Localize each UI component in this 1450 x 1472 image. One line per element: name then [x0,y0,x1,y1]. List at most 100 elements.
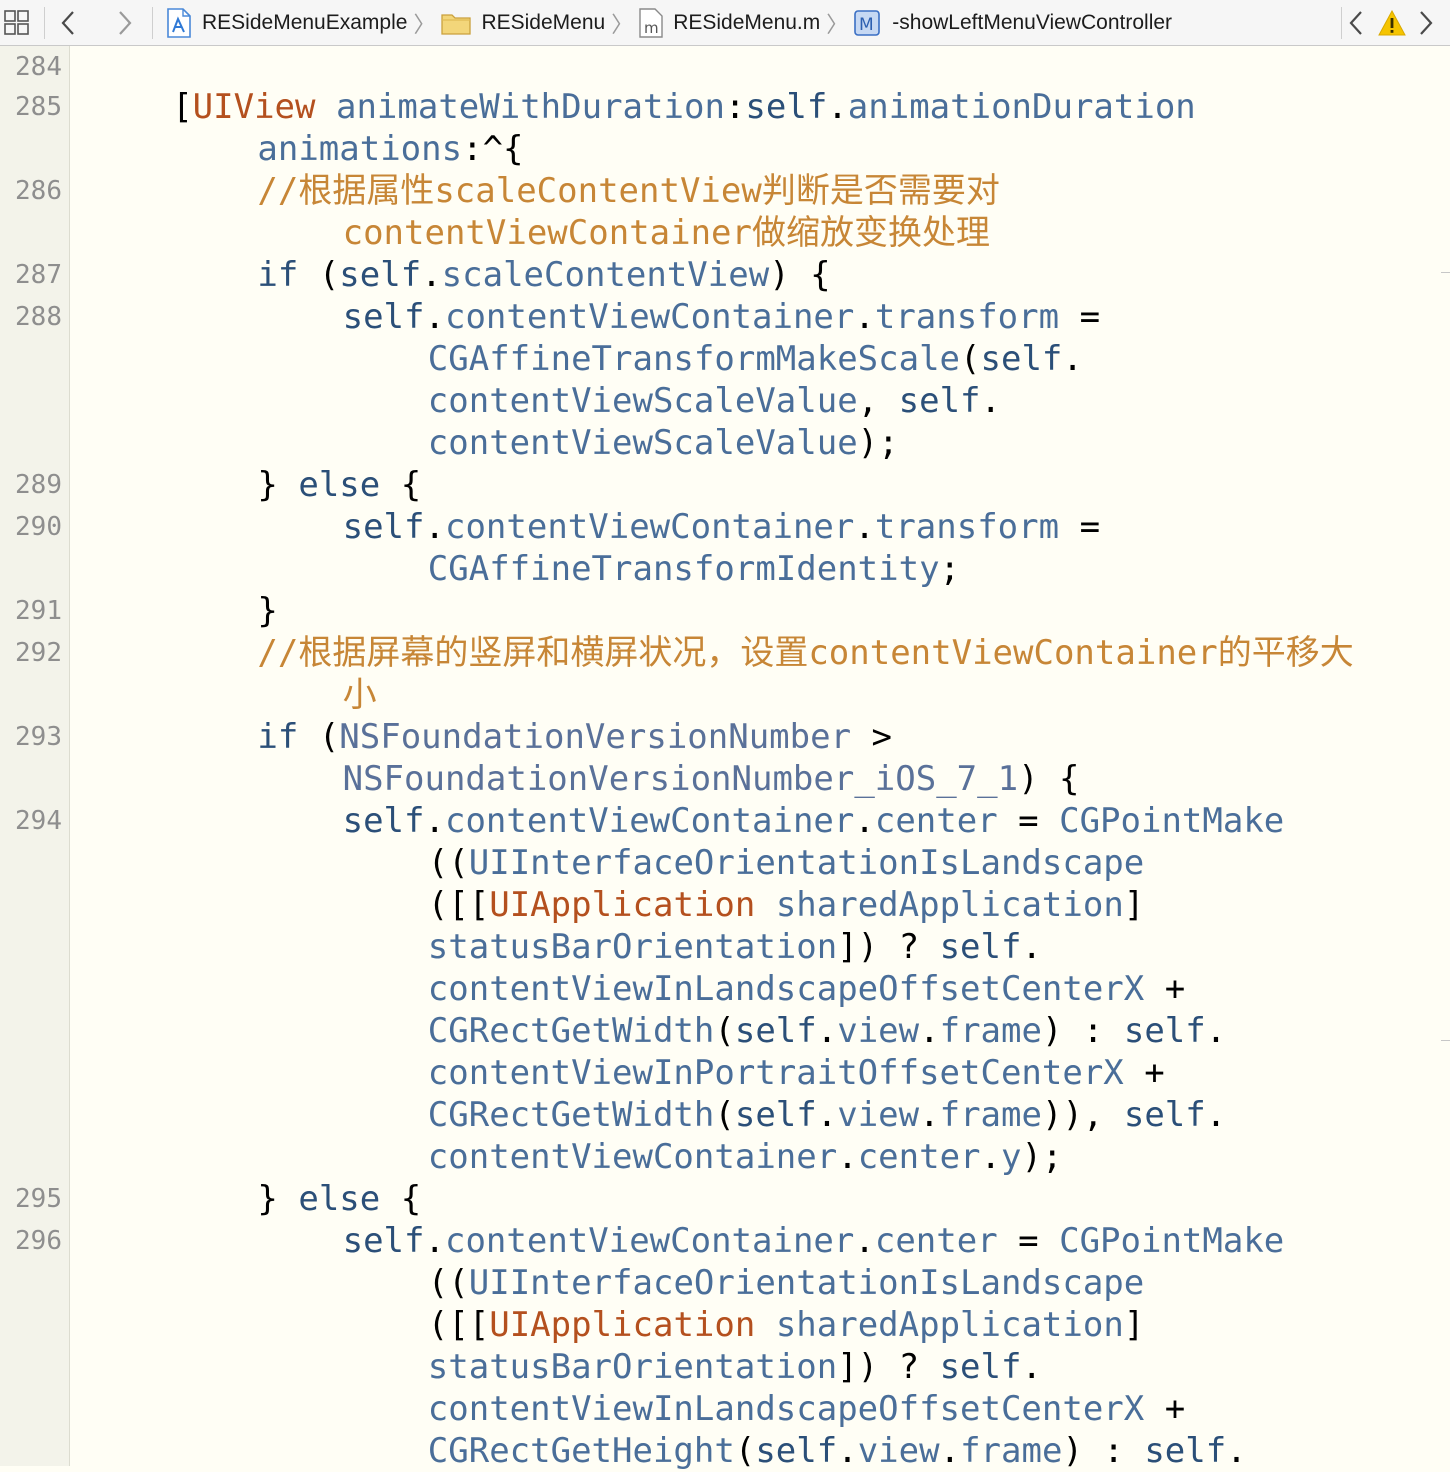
line-number[interactable]: 287 [0,254,62,296]
code-line-continuation[interactable]: 小 [343,674,377,716]
code-line-288[interactable]: self.contentViewContainer.transform = [343,296,1100,338]
code-line-continuation[interactable]: contentViewInLandscapeOffsetCenterX + [428,1388,1185,1430]
line-number[interactable]: 288 [0,296,62,338]
code-token: ) : [1062,1431,1145,1471]
code-line-continuation[interactable]: CGRectGetWidth(self.view.frame) : self. [428,1010,1226,1052]
code-line-continuation[interactable]: NSFoundationVersionNumber_iOS_7_1) { [343,758,1080,800]
code-line-continuation[interactable]: contentViewContainer.center.y); [428,1136,1063,1178]
code-line-continuation[interactable]: contentViewInLandscapeOffsetCenterX + [428,968,1185,1010]
code-token: ] [1123,885,1145,925]
code-token: self [755,1431,838,1471]
code-token: ([[ [427,1305,490,1345]
code-token: center [874,801,998,841]
file-icon-letter: m [644,19,659,37]
code-token: frame [939,1011,1042,1051]
code-token: ] [1123,1305,1145,1345]
code-token: scaleContentView [441,255,770,295]
chevron-left-icon[interactable] [60,0,84,45]
code-token: if [257,255,299,295]
line-number[interactable]: 290 [0,506,62,548]
code-token: (( [427,843,469,883]
code-token: = [997,801,1060,841]
line-number[interactable]: 293 [0,716,62,758]
line-number[interactable]: 291 [0,590,62,632]
code-token: view [857,1431,940,1471]
code-line-continuation[interactable]: contentViewScaleValue, self. [428,380,1001,422]
code-token: . [939,1431,961,1471]
code-token: CGAffineTransformMakeScale [427,339,961,379]
code-token: . [421,255,442,295]
code-token: :^{ [462,129,524,169]
code-token: sharedApplication [775,1305,1124,1345]
code-line-291[interactable]: } [257,590,277,632]
code-line-287[interactable]: if (self.scaleContentView) { [257,254,830,296]
line-number[interactable]: 292 [0,632,62,674]
code-token: CGPointMake [1059,1221,1285,1261]
method-icon-letter: M [859,15,874,35]
line-number[interactable]: 284 [0,46,62,88]
code-token: contentViewInLandscapeOffsetCenterX [427,969,1145,1009]
code-token: UIApplication [489,885,756,925]
code-line-continuation[interactable]: ((UIInterfaceOrientationIsLandscape [428,842,1144,884]
code-token: if [257,717,299,757]
breadcrumb-item-project[interactable]: RESideMenuExample 〉 [166,7,441,39]
breadcrumb-label: RESideMenu [481,10,606,34]
chevron-right-icon[interactable] [117,0,141,45]
code-line-293[interactable]: if (NSFoundationVersionNumber > [257,716,892,758]
code-token: else [298,465,381,505]
code-line-296[interactable]: self.contentViewContainer.center = CGPoi… [343,1220,1285,1262]
breadcrumb-separator-icon: 〉 [413,11,436,37]
breadcrumb: RESideMenuExample 〉 RESideMenu 〉 m RESid… [166,0,1172,45]
code-line-continuation[interactable]: ((UIInterfaceOrientationIsLandscape [428,1262,1144,1304]
code-token: CGRectGetWidth [427,1011,715,1051]
code-line-292[interactable]: //根据屏幕的竖屏和横屏状况，设置contentViewContainer的平移… [257,632,1353,674]
code-token: contentViewScaleValue [427,381,858,421]
code-line-continuation[interactable]: statusBarOrientation]) ? self. [428,1346,1042,1388]
code-line-289[interactable]: } else { [257,464,421,506]
code-line-continuation[interactable]: CGAffineTransformIdentity; [428,548,960,590]
code-token: . [424,801,445,841]
code-token: ) { [769,255,831,295]
related-items-grid-icon[interactable] [4,0,32,45]
issue-previous-chevron-left-icon[interactable] [1348,0,1368,45]
code-line-continuation[interactable]: CGRectGetWidth(self.view.frame)), self. [428,1094,1226,1136]
code-line-continuation[interactable]: contentViewContainer做缩放变换处理 [343,212,990,254]
code-token: . [816,1011,838,1051]
code-token: CGRectGetWidth [427,1095,715,1135]
code-line-continuation[interactable]: statusBarOrientation]) ? self. [428,926,1042,968]
code-line-continuation[interactable]: ([[UIApplication sharedApplication] [428,884,1145,926]
code-token: . [424,507,445,547]
code-line-continuation[interactable]: contentViewInPortraitOffsetCenterX + [428,1052,1165,1094]
issue-next-chevron-right-icon[interactable] [1418,0,1438,45]
code-line-285[interactable]: [UIView animateWithDuration:self.animati… [172,86,1196,128]
code-token: ( [714,1095,735,1135]
code-line-294[interactable]: self.contentViewContainer.center = CGPoi… [343,800,1285,842]
code-token: ]) ? [837,1347,940,1387]
code-token: self [342,507,425,547]
breadcrumb-item-file[interactable]: m RESideMenu.m 〉 [639,7,854,39]
code-line-290[interactable]: self.contentViewContainer.transform = [343,506,1100,548]
code-line-286[interactable]: //根据属性scaleContentView判断是否需要对 [257,170,999,212]
code-token: contentViewScaleValue [427,423,858,463]
breadcrumb-item-method[interactable]: M -showLeftMenuViewController [854,9,1172,36]
line-number[interactable]: 289 [0,464,62,506]
code-token: . [854,297,875,337]
code-line-continuation[interactable]: CGAffineTransformMakeScale(self. [428,338,1083,380]
breadcrumb-item-group[interactable]: RESideMenu 〉 [441,7,639,39]
line-number[interactable]: 286 [0,170,62,212]
code-token: ( [298,255,340,295]
code-line-continuation[interactable]: ([[UIApplication sharedApplication] [428,1304,1145,1346]
code-token: { [380,1179,422,1219]
code-line-continuation[interactable]: contentViewScaleValue); [428,422,899,464]
code-line-295[interactable]: } else { [257,1178,421,1220]
code-token: ( [734,1431,756,1471]
code-token: . [816,1095,838,1135]
code-token: . [424,1221,445,1261]
line-number[interactable]: 296 [0,1220,62,1262]
code-token: self [980,339,1063,379]
code-line-continuation[interactable]: animations:^{ [257,128,523,170]
line-number[interactable]: 285 [0,86,62,128]
warning-triangle-icon[interactable] [1378,0,1408,45]
line-number[interactable]: 295 [0,1178,62,1220]
line-number[interactable]: 294 [0,800,62,842]
